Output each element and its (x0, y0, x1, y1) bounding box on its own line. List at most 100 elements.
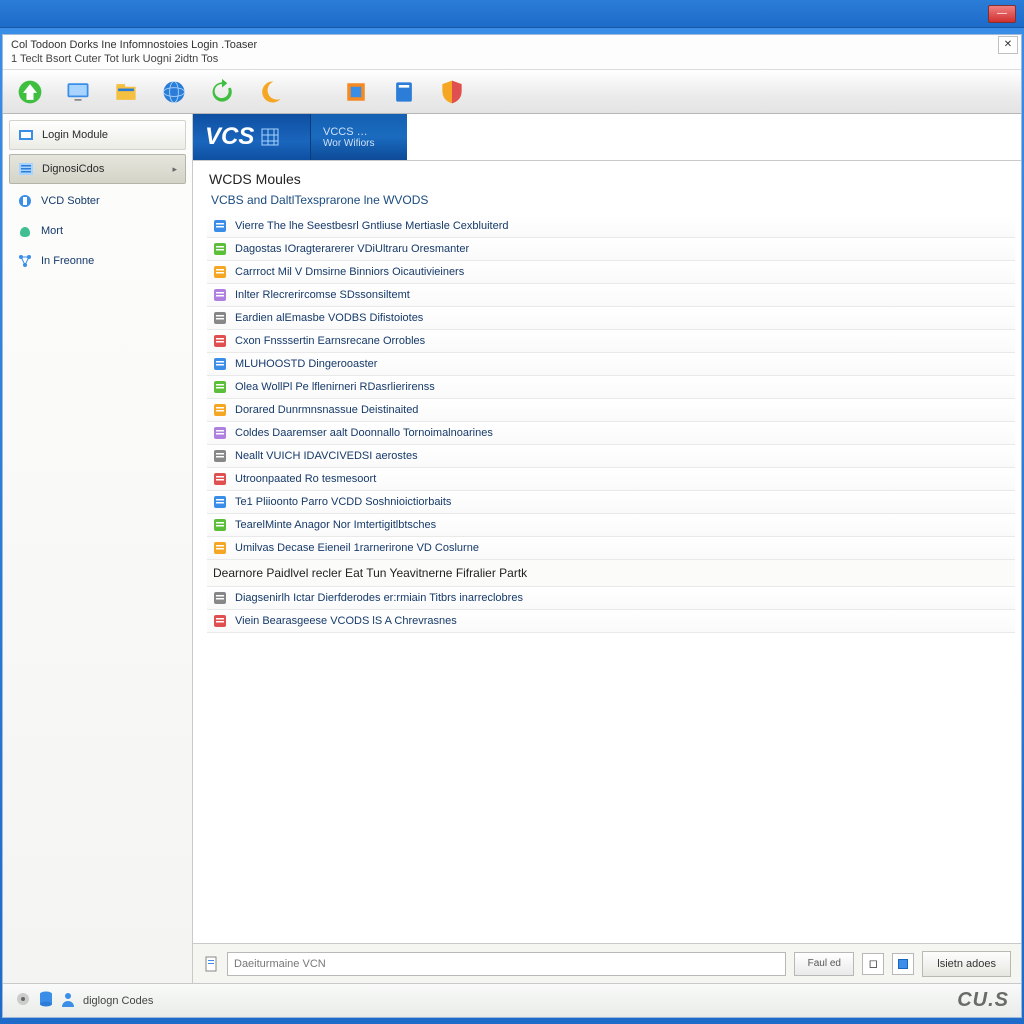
close-button[interactable]: ― (988, 5, 1016, 23)
item-label: Coldes Daaremser aalt Doonnallo Tornoima… (235, 427, 493, 439)
doc-list: Vierre The lhe Seestbesrl Gntliuse Merti… (193, 215, 1021, 943)
item-icon (213, 334, 227, 348)
diagnostic-codes-label: DignosiCdos (42, 163, 104, 175)
list-item[interactable]: Olea WollPl Pe lflenirneri RDasrlieriren… (207, 376, 1015, 399)
tab-main-label: VCS (205, 123, 254, 151)
item-label: Cxon Fnsssertin Earnsrecane Orrobles (235, 335, 425, 347)
item-label: Utroonpaated Ro tesmesoort (235, 473, 376, 485)
item-icon (213, 495, 227, 509)
footer-status: diglogn Codes (83, 995, 153, 1007)
item-icon (213, 472, 227, 486)
list-item[interactable]: Vierre The lhe Seestbesrl Gntliuse Merti… (207, 215, 1015, 238)
search-input[interactable]: Daeiturmaine VCN (227, 952, 786, 976)
item-label: Carrroct Mil V Dmsirne Binniors Oicautiv… (235, 266, 464, 278)
list-item[interactable]: Cxon Fnsssertin Earnsrecane Orrobles (207, 330, 1015, 353)
diagnostic-codes-button[interactable]: DignosiCdos ▸ (9, 154, 186, 184)
list-item[interactable]: MLUHOOSTD Dingerooaster (207, 353, 1015, 376)
footer-gear-icon[interactable] (15, 991, 31, 1010)
sidebar-item-label: In Freonne (41, 255, 94, 267)
shield-icon[interactable] (437, 77, 467, 107)
item-label: Viein Bearasgeese VCODS lS A Chrevrasnes (235, 615, 457, 627)
hand-icon (17, 223, 33, 239)
item-icon (213, 219, 227, 233)
item-label: Diagsenirlh Ictar Dierfderodes er:rmiain… (235, 592, 523, 604)
list-item[interactable]: Carrroct Mil V Dmsirne Binniors Oicautiv… (207, 261, 1015, 284)
item-label: Neallt VUICH IDAVCIVEDSI aerostes (235, 450, 418, 462)
module-icon (18, 127, 34, 143)
list-item[interactable]: TearelMinte Anagor Nor Imtertigitlbtsche… (207, 514, 1015, 537)
net-icon (17, 253, 33, 269)
item-icon (213, 426, 227, 440)
home-icon[interactable] (15, 77, 45, 107)
footer-db-icon[interactable] (39, 991, 53, 1010)
tab-sub-subtitle: Wor Wifiors (323, 138, 395, 149)
status-badge-label: Faul ed (808, 958, 841, 969)
list-item[interactable]: Eardien alEmasbe VODBS Difistoiotes (207, 307, 1015, 330)
sidebar-item-vcd[interactable]: VCD Sobter (9, 188, 186, 214)
item-icon (213, 403, 227, 417)
list-item[interactable]: Te1 Pliioonto Parro VCDD Soshnioictiorba… (207, 491, 1015, 514)
list-item[interactable]: Dorared Dunrmnsnassue Deistinaited (207, 399, 1015, 422)
login-module-button[interactable]: Login Module (9, 120, 186, 150)
monitor-icon[interactable] (63, 77, 93, 107)
item-label: Olea WollPl Pe lflenirneri RDasrlieriren… (235, 381, 435, 393)
item-label: Dearnore Paidlvel recler Eat Tun Yeavitn… (213, 566, 527, 580)
list-item[interactable]: Coldes Daaremser aalt Doonnallo Tornoima… (207, 422, 1015, 445)
tool-button-2[interactable] (892, 953, 914, 975)
doc-header: WCDS Moules (193, 161, 1021, 189)
tab-sub[interactable]: VCCS … Wor Wifiors (311, 114, 407, 160)
item-label: Inlter Rlecrerircomse SDssonsiltemt (235, 289, 410, 301)
window-title: Col Todoon Dorks Ine Infomnostoies Login… (3, 35, 1021, 51)
outer-titlebar: ― (0, 0, 1024, 28)
tab-header: VCS VCCS … Wor Wifiors (193, 114, 1021, 160)
tab-main[interactable]: VCS (193, 114, 311, 160)
tool-button-1[interactable]: ◻ (862, 953, 884, 975)
sidebar-item-mort[interactable]: Mort (9, 218, 186, 244)
list-icon (18, 161, 34, 177)
footer: diglogn Codes CU.S (3, 983, 1021, 1017)
sidebar-item-infreonne[interactable]: In Freonne (9, 248, 186, 274)
globe-icon[interactable] (159, 77, 189, 107)
list-item[interactable]: Umilvas Decase Eieneil 1rarnerirone VD C… (207, 537, 1015, 560)
footer-person-icon[interactable] (61, 991, 75, 1010)
folder-icon[interactable] (111, 77, 141, 107)
list-item[interactable]: Dagostas IOragterarerer VDiUltraru Oresm… (207, 238, 1015, 261)
list-item[interactable]: Diagsenirlh Ictar Dierfderodes er:rmiain… (207, 587, 1015, 610)
list-item[interactable]: Utroonpaated Ro tesmesoort (207, 468, 1015, 491)
item-icon (213, 265, 227, 279)
action-button-label: lsietn adoes (937, 958, 996, 970)
list-item[interactable]: Neallt VUICH IDAVCIVEDSI aerostes (207, 445, 1015, 468)
item-icon (213, 518, 227, 532)
item-label: Te1 Pliioonto Parro VCDD Soshnioictiorba… (235, 496, 451, 508)
app-window: ✕ Col Todoon Dorks Ine Infomnostoies Log… (2, 34, 1022, 1018)
item-label: TearelMinte Anagor Nor Imtertigitlbtsche… (235, 519, 436, 531)
item-icon (213, 380, 227, 394)
menu-bar[interactable]: 1 Teclt Bsort Cuter Tot lurk Uogni 2idtn… (3, 51, 1021, 70)
item-icon (213, 614, 227, 628)
item-label: Dorared Dunrmnsnassue Deistinaited (235, 404, 418, 416)
book-icon[interactable] (389, 77, 419, 107)
item-icon (213, 541, 227, 555)
sidebar-item-label: VCD Sobter (41, 195, 100, 207)
item-label: Dagostas IOragterarerer VDiUltraru Oresm… (235, 243, 469, 255)
list-item[interactable]: Inlter Rlecrerircomse SDssonsiltemt (207, 284, 1015, 307)
toolbar (3, 70, 1021, 114)
moon-icon[interactable] (255, 77, 285, 107)
chip-icon[interactable] (341, 77, 371, 107)
grid-icon (260, 127, 280, 147)
search-placeholder: Daeiturmaine VCN (234, 958, 326, 970)
item-label: MLUHOOSTD Dingerooaster (235, 358, 377, 370)
main-content: VCS VCCS … Wor Wifiors WCDS Moules VCBS … (193, 114, 1021, 983)
list-group[interactable]: Dearnore Paidlvel recler Eat Tun Yeavitn… (207, 560, 1015, 587)
action-button[interactable]: lsietn adoes (922, 951, 1011, 977)
doc-subheader: VCBS and DaltlTexsprarone lne WVODS (193, 189, 1021, 215)
refresh-icon[interactable] (207, 77, 237, 107)
inner-close-button[interactable]: ✕ (998, 36, 1018, 54)
item-icon (213, 242, 227, 256)
item-icon (213, 449, 227, 463)
item-label: Eardien alEmasbe VODBS Difistoiotes (235, 312, 423, 324)
sidebar-item-label: Mort (41, 225, 63, 237)
list-item[interactable]: Viein Bearasgeese VCODS lS A Chrevrasnes (207, 610, 1015, 633)
device-icon (17, 193, 33, 209)
doc-icon (203, 956, 219, 972)
